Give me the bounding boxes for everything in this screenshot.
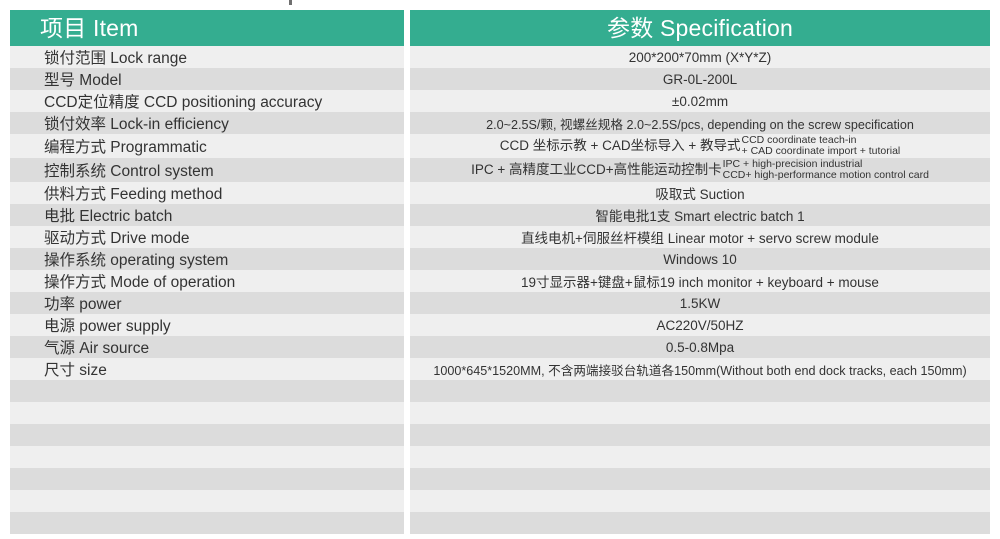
row-spec-value: CCD 坐标示教 + CAD坐标导入 + 教导式 CCD coordinate t… <box>410 134 990 158</box>
row-item-label: 供料方式 Feeding method <box>10 182 404 204</box>
spec-chinese-text: CCD 坐标示教 + CAD坐标导入 + 教导式 <box>499 138 741 154</box>
table-row: 气源 Air source 0.5-0.8Mpa <box>10 336 990 358</box>
row-spec-value: 0.5-0.8Mpa <box>410 336 990 358</box>
row-spec-value: 1.5KW <box>410 292 990 314</box>
empty-spec-cell <box>410 490 990 512</box>
bilingual-spec: IPC + 高精度工业CCD+高性能运动控制卡 IPC + high-precis… <box>471 159 929 181</box>
empty-spec-cell <box>410 468 990 490</box>
table-row: 锁付效率 Lock-in efficiency 2.0~2.5S/颗, 视螺丝规格… <box>10 112 990 134</box>
table-row-empty <box>10 402 990 424</box>
row-spec-value: 1000*645*1520MM, 不含两端接驳台轨道各150mm(Without… <box>410 358 990 380</box>
empty-spec-cell <box>410 424 990 446</box>
row-spec-value: AC220V/50HZ <box>410 314 990 336</box>
spec-english-line-2: CCD+ high-performance motion control car… <box>722 169 929 181</box>
table-header: 项目 Item 参数 Specification <box>10 10 990 46</box>
empty-spec-cell <box>410 512 990 534</box>
table-row: CCD定位精度 CCD positioning accuracy ±0.02mm <box>10 90 990 112</box>
row-item-label: 编程方式 Programmatic <box>10 134 404 158</box>
row-spec-value: Windows 10 <box>410 248 990 270</box>
empty-spec-cell <box>410 380 990 402</box>
empty-item-cell <box>10 424 404 446</box>
row-spec-value: GR-0L-200L <box>410 68 990 90</box>
empty-spec-cell <box>410 446 990 468</box>
row-item-label: CCD定位精度 CCD positioning accuracy <box>10 90 404 112</box>
row-spec-value: 吸取式 Suction <box>410 182 990 204</box>
row-item-label: 电批 Electric batch <box>10 204 404 226</box>
row-spec-value: 19寸显示器+键盘+鼠标19 inch monitor + keyboard +… <box>410 270 990 292</box>
spec-chinese-text: IPC + 高精度工业CCD+高性能运动控制卡 <box>471 162 722 178</box>
table-row-empty <box>10 512 990 534</box>
table-row-empty <box>10 490 990 512</box>
table-row: 电批 Electric batch 智能电批1支 Smart electric b… <box>10 204 990 226</box>
empty-item-cell <box>10 512 404 534</box>
row-spec-value: 2.0~2.5S/颗, 视螺丝规格 2.0~2.5S/pcs, dependin… <box>410 112 990 134</box>
table-row: 供料方式 Feeding method 吸取式 Suction <box>10 182 990 204</box>
table-row: 驱动方式 Drive mode 直线电机+伺服丝杆模组 Linear motor … <box>10 226 990 248</box>
empty-spec-cell <box>410 402 990 424</box>
row-item-label: 锁付范围 Lock range <box>10 46 404 68</box>
row-item-label: 气源 Air source <box>10 336 404 358</box>
column-header-spec: 参数 Specification <box>410 10 990 46</box>
spec-english-text: CCD coordinate teach-in + CAD coordinate … <box>741 135 901 157</box>
table-row: 尺寸 size 1000*645*1520MM, 不含两端接驳台轨道各150mm(… <box>10 358 990 380</box>
row-spec-value: 直线电机+伺服丝杆模组 Linear motor + servo screw m… <box>410 226 990 248</box>
empty-item-cell <box>10 380 404 402</box>
row-spec-value: 智能电批1支 Smart electric batch 1 <box>410 204 990 226</box>
table-row: 功率 power 1.5KW <box>10 292 990 314</box>
row-item-label: 尺寸 size <box>10 358 404 380</box>
table-row: 操作方式 Mode of operation 19寸显示器+键盘+鼠标19 inc… <box>10 270 990 292</box>
row-item-label: 电源 power supply <box>10 314 404 336</box>
row-item-label: 锁付效率 Lock-in efficiency <box>10 112 404 134</box>
table-body: 锁付范围 Lock range 200*200*70mm (X*Y*Z) 型号 Mo… <box>10 46 990 534</box>
row-spec-value: ±0.02mm <box>410 90 990 112</box>
scan-artifact-speck <box>289 0 292 5</box>
empty-item-cell <box>10 446 404 468</box>
specification-table: 项目 Item 参数 Specification 锁付范围 Lock range… <box>10 10 990 534</box>
column-header-item: 项目 Item <box>10 10 404 46</box>
row-item-label: 操作方式 Mode of operation <box>10 270 404 292</box>
table-row-empty <box>10 446 990 468</box>
row-item-label: 功率 power <box>10 292 404 314</box>
table-row: 型号 Model GR-0L-200L <box>10 68 990 90</box>
table-header-row: 项目 Item 参数 Specification <box>10 10 990 46</box>
empty-item-cell <box>10 490 404 512</box>
spec-english-text: IPC + high-precision industrial CCD+ high… <box>722 159 929 181</box>
spec-english-line-2: + CAD coordinate import + tutorial <box>741 145 901 157</box>
table-row-empty <box>10 424 990 446</box>
empty-item-cell <box>10 468 404 490</box>
table-row: 编程方式 Programmatic CCD 坐标示教 + CAD坐标导入 + 教导… <box>10 134 990 158</box>
row-item-label: 控制系统 Control system <box>10 158 404 182</box>
table-row-empty <box>10 468 990 490</box>
table-row: 电源 power supply AC220V/50HZ <box>10 314 990 336</box>
row-item-label: 操作系统 operating system <box>10 248 404 270</box>
bilingual-spec: CCD 坐标示教 + CAD坐标导入 + 教导式 CCD coordinate t… <box>500 135 901 157</box>
row-spec-value: 200*200*70mm (X*Y*Z) <box>410 46 990 68</box>
empty-item-cell <box>10 402 404 424</box>
table-row-empty <box>10 380 990 402</box>
table-row: 操作系统 operating system Windows 10 <box>10 248 990 270</box>
table-row: 锁付范围 Lock range 200*200*70mm (X*Y*Z) <box>10 46 990 68</box>
row-item-label: 驱动方式 Drive mode <box>10 226 404 248</box>
row-item-label: 型号 Model <box>10 68 404 90</box>
table-row: 控制系统 Control system IPC + 高精度工业CCD+高性能运动控… <box>10 158 990 182</box>
row-spec-value: IPC + 高精度工业CCD+高性能运动控制卡 IPC + high-precis… <box>410 158 990 182</box>
